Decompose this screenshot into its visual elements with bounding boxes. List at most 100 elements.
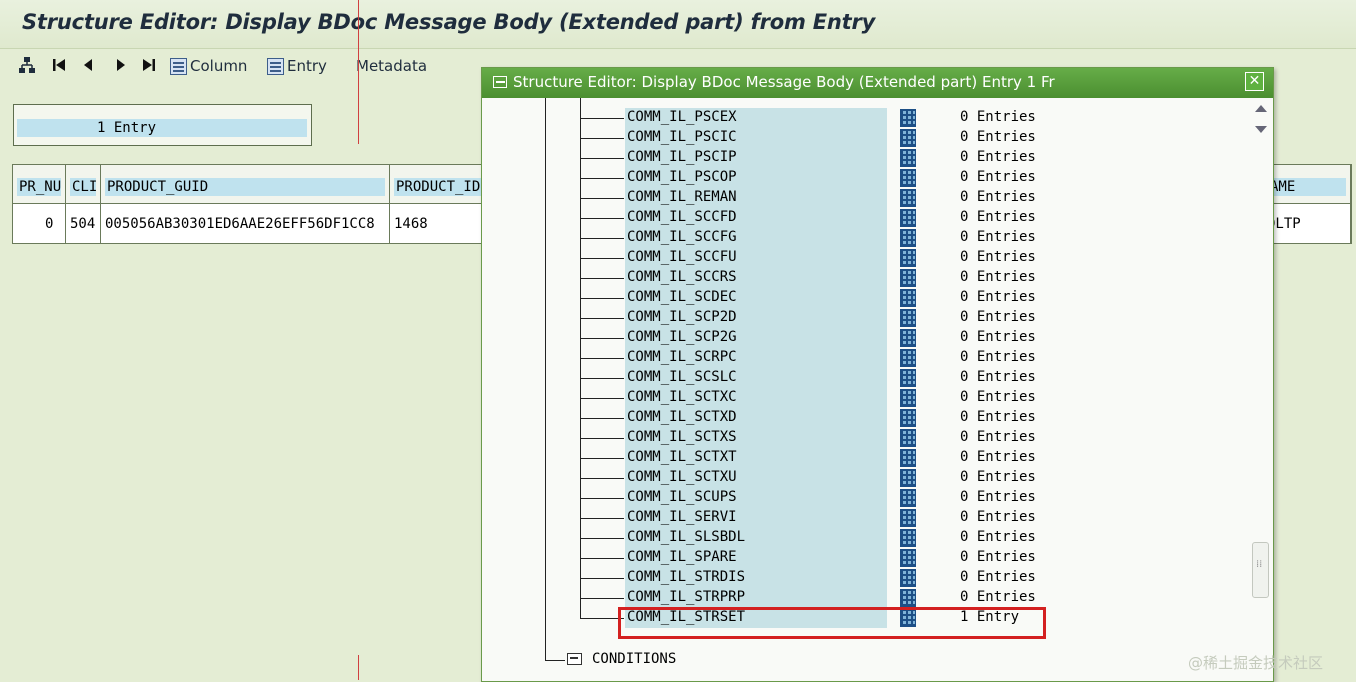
table-grid-icon[interactable] xyxy=(900,569,916,587)
tree-node-field[interactable]: COMM_IL_STRPRP xyxy=(625,588,887,608)
table-grid-icon[interactable] xyxy=(900,589,916,607)
tree-connector xyxy=(580,558,624,559)
tree-node[interactable]: COMM_IL_SCTXT 0 Entries xyxy=(482,448,1242,468)
column-header[interactable]: PR_NU xyxy=(13,165,66,203)
tree-node-field[interactable]: COMM_IL_PSCIC xyxy=(625,128,887,148)
table-grid-icon[interactable] xyxy=(900,309,916,327)
tree-node-conditions[interactable]: CONDITIONS xyxy=(482,650,1182,670)
tree-node-field[interactable]: COMM_IL_SCTXD xyxy=(625,408,887,428)
tree-node-field[interactable]: COMM_IL_SLSBDL xyxy=(625,528,887,548)
table-cell[interactable]: 504 xyxy=(66,204,101,243)
table-grid-icon[interactable] xyxy=(900,289,916,307)
table-grid-icon[interactable] xyxy=(900,529,916,547)
table-grid-icon[interactable] xyxy=(900,129,916,147)
tree-node-field[interactable]: COMM_IL_SCDEC xyxy=(625,288,887,308)
tree-node-field[interactable]: COMM_IL_SCCRS xyxy=(625,268,887,288)
table-grid-icon[interactable] xyxy=(900,149,916,167)
tree-node-field[interactable]: COMM_IL_REMAN xyxy=(625,188,887,208)
tree-node[interactable]: COMM_IL_SERVI 0 Entries xyxy=(482,508,1242,528)
tree-node[interactable]: COMM_IL_SCCFD 0 Entries xyxy=(482,208,1242,228)
tree-node[interactable]: COMM_IL_SPARE 0 Entries xyxy=(482,548,1242,568)
previous-icon[interactable] xyxy=(80,56,98,74)
tree-node-field[interactable]: COMM_IL_PSCEX xyxy=(625,108,887,128)
first-page-icon[interactable] xyxy=(50,56,68,74)
table-cell[interactable]: 005056AB30301ED6AAE26EFF56DF1CC8 xyxy=(101,204,390,243)
table-grid-icon[interactable] xyxy=(900,209,916,227)
close-button[interactable]: ✕ xyxy=(1245,72,1264,91)
tree-node[interactable]: COMM_IL_SCTXU 0 Entries xyxy=(482,468,1242,488)
tree-node-field[interactable]: COMM_IL_SCSLC xyxy=(625,368,887,388)
tree-node-field[interactable]: COMM_IL_PSCOP xyxy=(625,168,887,188)
tree-node-field[interactable]: COMM_IL_SCTXT xyxy=(625,448,887,468)
tree-node-field[interactable]: COMM_IL_SCTXS xyxy=(625,428,887,448)
column-header[interactable]: PRODUCT_GUID xyxy=(101,165,390,203)
table-grid-icon[interactable] xyxy=(900,429,916,447)
tree-node-field[interactable]: COMM_IL_SPARE xyxy=(625,548,887,568)
table-grid-icon[interactable] xyxy=(900,229,916,247)
tree-node-field[interactable]: COMM_IL_SCCFU xyxy=(625,248,887,268)
tree-node[interactable]: COMM_IL_PSCOP 0 Entries xyxy=(482,168,1242,188)
vertical-scrollbar[interactable] xyxy=(1251,98,1271,681)
tree-node-field[interactable]: COMM_IL_SERVI xyxy=(625,508,887,528)
tree-node[interactable]: COMM_IL_SCUPS 0 Entries xyxy=(482,488,1242,508)
table-grid-icon[interactable] xyxy=(900,249,916,267)
tree-node-field[interactable]: COMM_IL_PSCIP xyxy=(625,148,887,168)
tree-node[interactable]: COMM_IL_SCCRS 0 Entries xyxy=(482,268,1242,288)
table-grid-icon[interactable] xyxy=(900,509,916,527)
table-grid-icon[interactable] xyxy=(900,469,916,487)
metadata-button[interactable]: Metadata xyxy=(356,56,427,76)
tree-node-field[interactable]: COMM_IL_SCTXC xyxy=(625,388,887,408)
table-grid-icon[interactable] xyxy=(900,269,916,287)
tree-node-field[interactable]: COMM_IL_STRDIS xyxy=(625,568,887,588)
tree-node[interactable]: COMM_IL_SCCFG 0 Entries xyxy=(482,228,1242,248)
tree-node[interactable]: COMM_IL_PSCEX 0 Entries xyxy=(482,108,1242,128)
next-icon[interactable] xyxy=(112,56,130,74)
table-grid-icon[interactable] xyxy=(900,369,916,387)
tree-node-field[interactable]: COMM_IL_SCTXU xyxy=(625,468,887,488)
table-grid-icon[interactable] xyxy=(900,109,916,127)
tree-node[interactable]: COMM_IL_PSCIP 0 Entries xyxy=(482,148,1242,168)
tree-node[interactable]: COMM_IL_SCTXS 0 Entries xyxy=(482,428,1242,448)
tree-node[interactable]: COMM_IL_SCCFU 0 Entries xyxy=(482,248,1242,268)
table-grid-icon[interactable] xyxy=(900,329,916,347)
entry-button[interactable]: Entry xyxy=(267,56,327,76)
tree-node-field[interactable]: COMM_IL_SCCFG xyxy=(625,228,887,248)
column-header[interactable]: CLI xyxy=(66,165,101,203)
table-grid-icon[interactable] xyxy=(900,389,916,407)
dialog-titlebar[interactable]: Structure Editor: Display BDoc Message B… xyxy=(482,68,1273,98)
tree-node[interactable]: COMM_IL_SCSLC 0 Entries xyxy=(482,368,1242,388)
tree-node-field[interactable]: COMM_IL_SCP2D xyxy=(625,308,887,328)
scroll-up-arrow-icon[interactable] xyxy=(1255,105,1267,112)
scroll-down-arrow-icon[interactable] xyxy=(1255,126,1267,133)
table-grid-icon[interactable] xyxy=(900,189,916,207)
entry-button-label: Entry xyxy=(287,57,327,75)
table-grid-icon[interactable] xyxy=(900,489,916,507)
tree-node[interactable]: COMM_IL_SCDEC 0 Entries xyxy=(482,288,1242,308)
tree-node[interactable]: COMM_IL_SLSBDL 0 Entries xyxy=(482,528,1242,548)
tree-node[interactable]: COMM_IL_SCTXC 0 Entries xyxy=(482,388,1242,408)
tree-node[interactable]: COMM_IL_SCP2G 0 Entries xyxy=(482,328,1242,348)
tree-node[interactable]: COMM_IL_SCRPC 0 Entries xyxy=(482,348,1242,368)
tree-node[interactable]: COMM_IL_STRPRP 0 Entries xyxy=(482,588,1242,608)
table-grid-icon[interactable] xyxy=(900,449,916,467)
hierarchy-icon[interactable] xyxy=(18,56,36,74)
table-cell[interactable]: DLTP xyxy=(1265,204,1351,243)
table-grid-icon[interactable] xyxy=(900,409,916,427)
tree-node[interactable]: COMM_IL_REMAN 0 Entries xyxy=(482,188,1242,208)
table-grid-icon[interactable] xyxy=(900,549,916,567)
tree-node[interactable]: COMM_IL_STRDIS 0 Entries xyxy=(482,568,1242,588)
table-grid-icon[interactable] xyxy=(900,169,916,187)
column-button[interactable]: Column xyxy=(170,56,247,76)
column-header[interactable]: AME xyxy=(1265,165,1351,203)
scroll-thumb[interactable] xyxy=(1252,542,1269,598)
last-page-icon[interactable] xyxy=(140,56,158,74)
tree-node[interactable]: COMM_IL_SCP2D 0 Entries xyxy=(482,308,1242,328)
tree-node[interactable]: COMM_IL_PSCIC 0 Entries xyxy=(482,128,1242,148)
tree-node-field[interactable]: COMM_IL_SCUPS xyxy=(625,488,887,508)
tree-node-field[interactable]: COMM_IL_SCRPC xyxy=(625,348,887,368)
table-cell[interactable]: 0 xyxy=(13,204,66,243)
tree-node-field[interactable]: COMM_IL_SCCFD xyxy=(625,208,887,228)
tree-node-field[interactable]: COMM_IL_SCP2G xyxy=(625,328,887,348)
table-grid-icon[interactable] xyxy=(900,349,916,367)
tree-node[interactable]: COMM_IL_SCTXD 0 Entries xyxy=(482,408,1242,428)
